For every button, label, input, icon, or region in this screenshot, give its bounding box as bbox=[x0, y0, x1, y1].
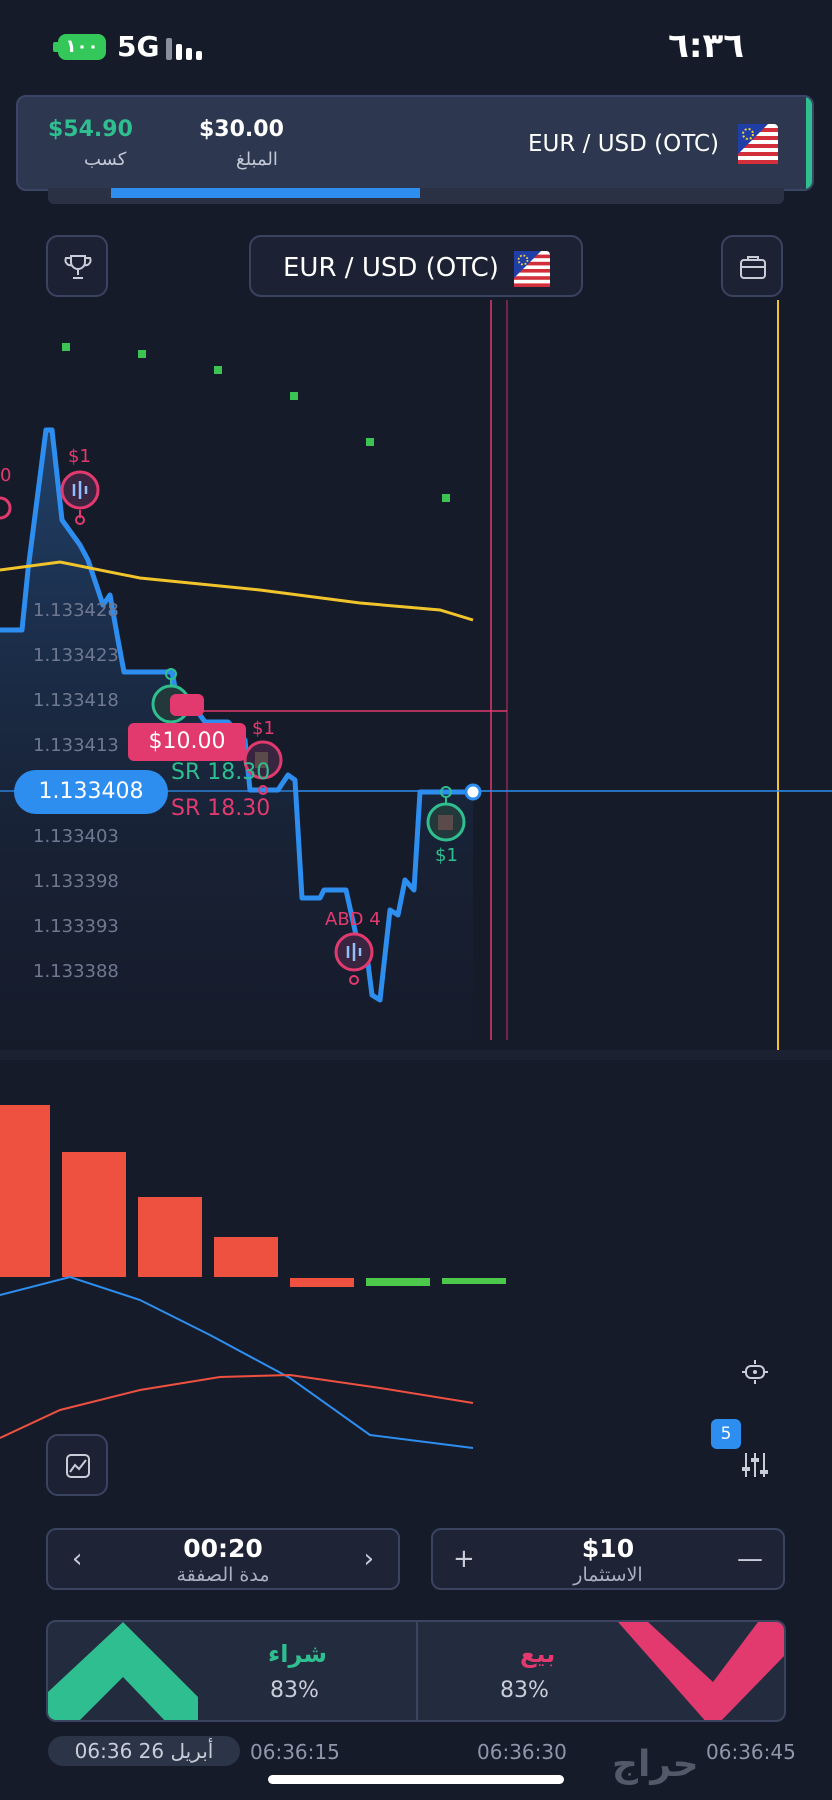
sell-button[interactable]: بيع 83% bbox=[418, 1622, 784, 1720]
trade-amount: $30.00 bbox=[199, 117, 284, 142]
histogram-bar bbox=[366, 1278, 430, 1286]
investment-value: $10 bbox=[581, 1534, 635, 1563]
duration-control[interactable]: ‹ 00:20 مدة الصفقة › bbox=[46, 1528, 400, 1590]
watermark-logo: حراج bbox=[612, 1744, 699, 1785]
sar-dot bbox=[442, 494, 450, 502]
indicators-settings-button[interactable] bbox=[740, 1450, 770, 1484]
investment-decrease-button[interactable]: — bbox=[737, 1544, 763, 1574]
current-price-dot bbox=[464, 783, 482, 801]
sliders-icon bbox=[742, 1453, 768, 1477]
open-trade-amount-tag[interactable]: $10.00 bbox=[128, 723, 246, 761]
trade-profit: $54.90 bbox=[48, 117, 133, 142]
trade-buttons-panel: شراء 83% بيع 83% bbox=[46, 1620, 786, 1722]
tournaments-button[interactable] bbox=[46, 235, 108, 297]
sr-label-green: SR 18.30 bbox=[171, 760, 271, 785]
sar-dot bbox=[366, 438, 374, 446]
sr-label-red: SR 18.30 bbox=[171, 796, 271, 821]
trade-amount-label: المبلغ bbox=[236, 149, 278, 170]
card-status-edge bbox=[806, 97, 812, 189]
eu-us-flag-icon bbox=[738, 124, 778, 168]
center-chart-button[interactable] bbox=[740, 1357, 770, 1391]
histogram-bar bbox=[442, 1278, 506, 1284]
status-clock: ٦:٣٦ bbox=[668, 26, 744, 66]
price-tick: 1.133388 bbox=[33, 961, 119, 982]
histogram-bar bbox=[0, 1105, 50, 1277]
current-date-time: 06:36 26 أبريل bbox=[48, 1736, 240, 1766]
price-tick: 1.133398 bbox=[33, 871, 119, 892]
price-chart[interactable] bbox=[0, 300, 832, 1060]
sell-trade-marker bbox=[60, 470, 100, 525]
trade-progress-track bbox=[48, 188, 784, 204]
histogram-bar bbox=[214, 1237, 278, 1277]
trade-pair: EUR / USD (OTC) bbox=[528, 131, 719, 157]
sell-payout: 83% bbox=[500, 1678, 549, 1703]
buy-button[interactable]: شراء 83% bbox=[48, 1622, 416, 1720]
investment-label: الاستثمار bbox=[573, 1564, 643, 1586]
briefcase-icon bbox=[740, 256, 766, 279]
sar-dot bbox=[62, 343, 70, 351]
time-tick: 06:36:15 bbox=[250, 1740, 340, 1764]
macd-line bbox=[0, 1275, 474, 1449]
marker-label: $1 bbox=[252, 718, 275, 739]
price-tick: 1.133393 bbox=[33, 916, 119, 937]
sar-dot bbox=[290, 392, 298, 400]
crosshair-icon bbox=[742, 1360, 768, 1384]
price-tick: 1.133418 bbox=[33, 690, 119, 711]
histogram-bar bbox=[62, 1152, 126, 1277]
price-tick: 1.133403 bbox=[33, 826, 119, 847]
current-price-badge: 1.133408 bbox=[14, 770, 168, 814]
histogram-bar bbox=[138, 1197, 202, 1277]
indicators-count-badge: 5 bbox=[711, 1419, 741, 1449]
price-tick: 1.133428 bbox=[33, 600, 119, 621]
portfolio-button[interactable] bbox=[721, 235, 783, 297]
price-tick: 1.133423 bbox=[33, 645, 119, 666]
signal-icon bbox=[166, 36, 206, 60]
time-tick: 06:36:45 bbox=[706, 1740, 796, 1764]
arrow-down-icon bbox=[618, 1622, 784, 1720]
marker-label: ABD 4 bbox=[325, 909, 381, 930]
trophy-icon bbox=[64, 255, 92, 279]
signal-line bbox=[0, 1373, 474, 1439]
arrow-up-icon bbox=[48, 1622, 198, 1720]
buy-label: شراء bbox=[268, 1640, 328, 1668]
chart-type-icon bbox=[66, 1454, 90, 1478]
buy-payout: 83% bbox=[270, 1678, 319, 1703]
trade-progress-fill bbox=[111, 188, 421, 198]
sell-trade-marker bbox=[0, 496, 12, 520]
battery-indicator: ١٠٠ bbox=[58, 34, 106, 60]
asset-selector-button[interactable]: EUR / USD (OTC) bbox=[249, 235, 583, 297]
time-tick: 06:36:30 bbox=[477, 1740, 567, 1764]
sell-label: بيع bbox=[520, 1640, 556, 1668]
investment-control[interactable]: + $10 الاستثمار — bbox=[431, 1528, 785, 1590]
asset-selector-label: EUR / USD (OTC) bbox=[283, 253, 499, 283]
duration-value: 00:20 bbox=[183, 1534, 263, 1563]
home-indicator[interactable] bbox=[268, 1775, 564, 1784]
trade-notification-card[interactable]: $54.90 كسب $30.00 المبلغ EUR / USD (OTC) bbox=[16, 95, 814, 191]
price-tick: 1.133413 bbox=[33, 735, 119, 756]
marker-label: 0 bbox=[0, 465, 12, 486]
eu-us-flag-icon bbox=[513, 251, 551, 291]
sar-dot bbox=[214, 366, 222, 374]
chart-type-button[interactable] bbox=[46, 1434, 108, 1496]
duration-increase-button[interactable]: › bbox=[364, 1544, 374, 1574]
sar-dot bbox=[138, 350, 146, 358]
indicator-panel bbox=[0, 1105, 506, 1449]
histogram-bar bbox=[290, 1278, 354, 1287]
trade-profit-label: كسب bbox=[84, 149, 127, 170]
marker-label: $1 bbox=[435, 845, 458, 866]
duration-label: مدة الصفقة bbox=[176, 1564, 270, 1586]
marker-label: $1 bbox=[68, 446, 91, 467]
status-bar: ١٠٠ 5G ٦:٣٦ bbox=[0, 0, 832, 90]
network-type: 5G bbox=[117, 30, 160, 63]
